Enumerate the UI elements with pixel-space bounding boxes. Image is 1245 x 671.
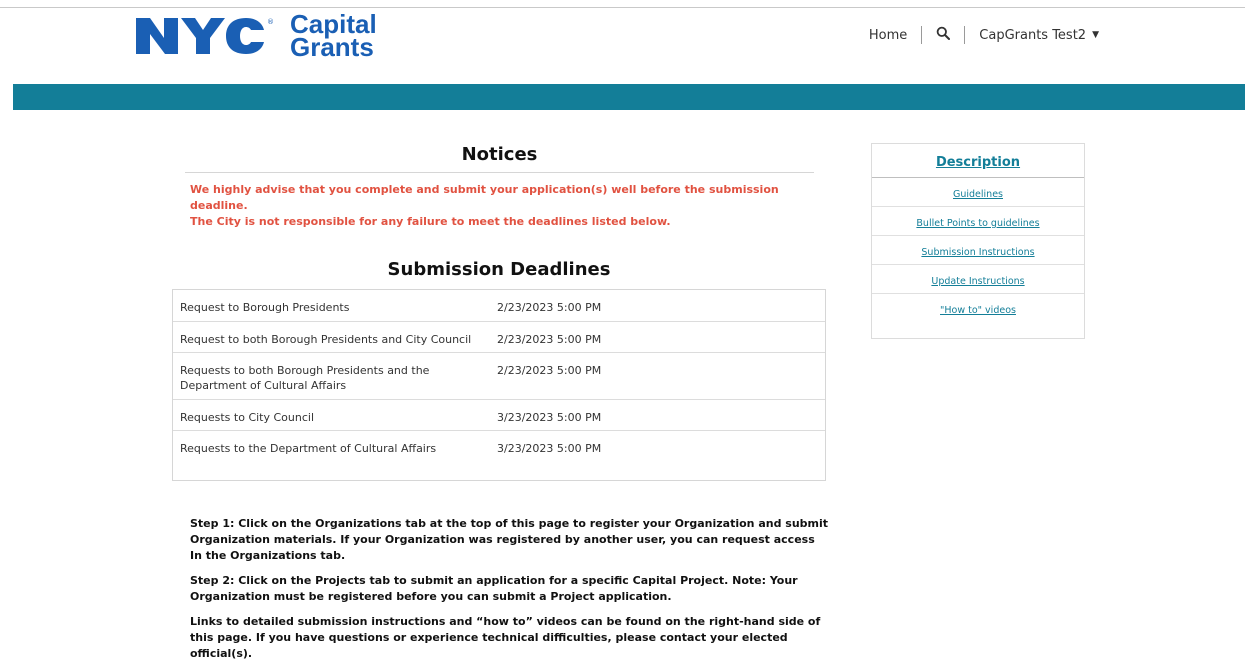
deadline-date: 2/23/2023 5:00 PM — [497, 301, 602, 314]
deadline-label: Requests to both Borough Presidents and … — [180, 364, 430, 392]
deadline-label: Request to both Borough Presidents and C… — [180, 333, 472, 346]
table-row: Request to Borough Presidents 2/23/2023 … — [173, 290, 825, 322]
step-2-text: Step 2: Click on the Projects tab to sub… — [190, 574, 798, 603]
nyc-capital-grants-logo[interactable]: ® Capital Grants — [134, 11, 377, 62]
logo-text-line2: Grants — [290, 32, 374, 62]
instructions-steps: Step 1: Click on the Organizations tab a… — [190, 516, 830, 671]
search-icon — [936, 26, 951, 40]
how-to-videos-link[interactable]: "How to" videos — [940, 305, 1016, 316]
deadline-date: 2/23/2023 5:00 PM — [497, 364, 602, 377]
sidebar-item-how-to-videos: "How to" videos — [872, 294, 1084, 322]
table-row: Requests to City Council 3/23/2023 5:00 … — [173, 400, 825, 431]
nav-home-link[interactable]: Home — [869, 28, 907, 43]
notices-divider — [185, 172, 814, 173]
deadlines-table: Request to Borough Presidents 2/23/2023 … — [172, 289, 826, 481]
deadline-date: 3/23/2023 5:00 PM — [497, 442, 602, 455]
search-button[interactable] — [936, 26, 951, 44]
deadline-label: Request to Borough Presidents — [180, 301, 350, 314]
sidebar-item-bullet-points: Bullet Points to guidelines — [872, 207, 1084, 236]
deadline-date: 2/23/2023 5:00 PM — [497, 333, 602, 346]
deadline-warning: We highly advise that you complete and s… — [190, 182, 830, 230]
deadline-label: Requests to the Department of Cultural A… — [180, 442, 437, 455]
top-nav: Home CapGrants Test2 ▼ — [869, 26, 1099, 44]
deadline-date: 3/23/2023 5:00 PM — [497, 411, 602, 424]
table-row: Request to both Borough Presidents and C… — [173, 322, 825, 353]
table-row: Requests to the Department of Cultural A… — [173, 431, 825, 461]
caret-down-icon: ▼ — [1092, 30, 1099, 40]
user-menu-dropdown[interactable]: CapGrants Test2 ▼ — [979, 28, 1099, 43]
description-link[interactable]: Description — [936, 155, 1020, 170]
update-instructions-link[interactable]: Update Instructions — [931, 276, 1024, 287]
nav-separator — [964, 26, 966, 44]
nav-separator — [921, 26, 923, 44]
nyc-logo-icon: ® — [136, 18, 274, 54]
submission-instructions-link[interactable]: Submission Instructions — [921, 247, 1034, 258]
sidebar-item-update-instructions: Update Instructions — [872, 265, 1084, 294]
sidebar-item-guidelines: Guidelines — [872, 178, 1084, 207]
site-header: ® Capital Grants Home CapGrants Test2 ▼ — [0, 8, 1245, 84]
description-panel: Description Guidelines Bullet Points to … — [871, 143, 1085, 339]
svg-text:®: ® — [267, 18, 274, 26]
warning-line1: We highly advise that you complete and s… — [190, 183, 779, 212]
submission-deadlines-title: Submission Deadlines — [387, 259, 611, 280]
notices-title: Notices — [461, 144, 538, 165]
sidebar-item-submission-instructions: Submission Instructions — [872, 236, 1084, 265]
deadline-label: Requests to City Council — [180, 411, 315, 424]
links-note-text: Links to detailed submission instruction… — [190, 615, 821, 660]
description-header: Description — [872, 144, 1084, 178]
table-row: Requests to both Borough Presidents and … — [173, 353, 825, 400]
navigation-bar — [13, 84, 1245, 110]
guidelines-link[interactable]: Guidelines — [953, 189, 1003, 200]
user-name: CapGrants Test2 — [979, 27, 1087, 43]
logo-text: Capital Grants — [290, 11, 377, 62]
step-1-text: Step 1: Click on the Organizations tab a… — [190, 517, 829, 562]
bullet-points-link[interactable]: Bullet Points to guidelines — [916, 218, 1039, 229]
warning-line2: The City is not responsible for any fail… — [190, 215, 671, 228]
